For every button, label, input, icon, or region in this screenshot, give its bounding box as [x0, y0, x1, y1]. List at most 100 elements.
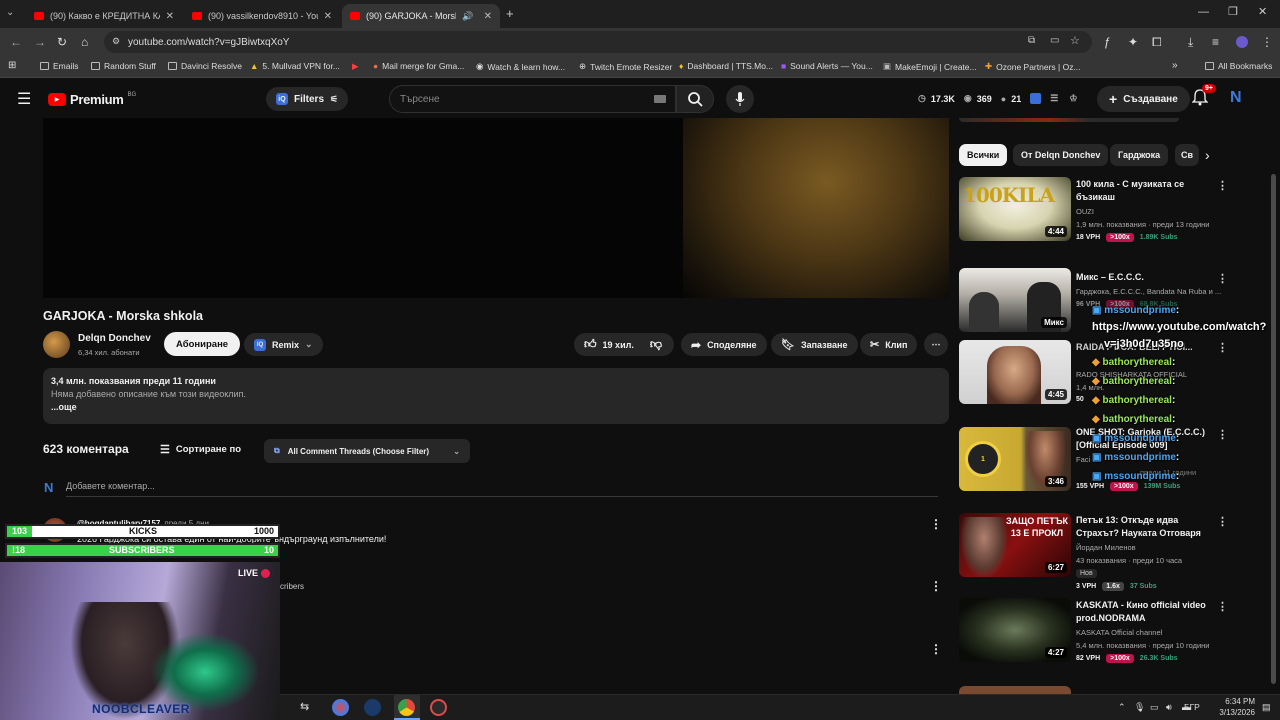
clip-button[interactable]: ✂ Клип: [860, 333, 918, 356]
menu-icon[interactable]: ⋮: [1261, 35, 1273, 49]
bookmark-item[interactable]: ▣ MakeEmoji | Create...: [883, 61, 977, 72]
video-channel[interactable]: KASKATA Official channel: [1076, 628, 1162, 637]
share-button[interactable]: ➦ Споделяне: [681, 333, 767, 356]
channel-avatar[interactable]: [43, 331, 70, 358]
dislike-button[interactable]: 👎︎: [638, 333, 674, 356]
steam-icon[interactable]: [364, 699, 381, 716]
close-icon[interactable]: ✕: [324, 11, 332, 22]
sort-button[interactable]: ☰ Сортиране по: [160, 443, 241, 456]
bookmark-item[interactable]: ♦ Dashboard | TTS.Mo...: [679, 61, 773, 71]
video-channel[interactable]: Faci: [1076, 455, 1090, 464]
filters-button[interactable]: iQ Filters ⚟: [266, 87, 349, 111]
bookmark-item[interactable]: Emails: [40, 61, 79, 71]
microphone-tray-icon[interactable]: 🎙︎: [1134, 702, 1145, 713]
home-icon[interactable]: ⌂: [81, 35, 88, 49]
voice-search-button[interactable]: [726, 85, 754, 113]
video-channel[interactable]: OUZI: [1076, 207, 1094, 216]
youtube-logo[interactable]: ▶ Premium BG: [48, 92, 136, 107]
close-window-button[interactable]: ✕: [1258, 5, 1267, 18]
extension-icon[interactable]: [1030, 93, 1042, 104]
close-icon[interactable]: ✕: [484, 11, 492, 22]
video-title[interactable]: 100 кила - С музиката се бъзикаш: [1076, 178, 1221, 204]
volume-icon[interactable]: 🔊︎: [1166, 702, 1172, 713]
trophy-icon[interactable]: ♔: [1069, 93, 1077, 104]
notifications-button[interactable]: 9+: [1191, 84, 1216, 111]
video-channel[interactable]: Гарджока, Е.С.С.С., Bandata Na Ruba и ..…: [1076, 287, 1221, 296]
bookmark-item[interactable]: ● Mail merge for Gma...: [373, 61, 464, 71]
save-button[interactable]: 🔖︎ Запазване: [771, 333, 858, 356]
hamburger-menu-icon[interactable]: ☰: [17, 89, 31, 109]
tab-search-icon[interactable]: ⌄: [6, 7, 14, 18]
bookmark-item[interactable]: ■ Sound Alerts — You...: [781, 61, 873, 71]
back-icon[interactable]: ←: [10, 35, 22, 49]
translate-icon[interactable]: ⧉: [1028, 35, 1035, 46]
bookmark-item[interactable]: Random Stuff: [91, 61, 156, 71]
browser-tab[interactable]: (90) Какво е КРЕДИТНА КАРТА? ✕: [26, 4, 182, 28]
video-thumbnail[interactable]: 100KILA 4:44: [959, 177, 1071, 241]
video-thumbnail[interactable]: Микс: [959, 268, 1071, 332]
browser-tab[interactable]: (90) vassilkendov8910 - YouTube ✕: [184, 4, 340, 28]
app-icon[interactable]: ⇆: [300, 700, 309, 713]
comment-menu-icon[interactable]: ⋮: [930, 579, 942, 593]
page-scrollbar[interactable]: [1271, 174, 1276, 684]
site-info-icon[interactable]: ⚙: [112, 36, 120, 47]
channel-name[interactable]: Delqn Donchev: [78, 333, 151, 344]
video-title[interactable]: Петък 13: Откъде идва Страхът? Науката О…: [1076, 514, 1221, 540]
minimize-button[interactable]: —: [1198, 6, 1209, 18]
video-thumbnail[interactable]: 1 3:46: [959, 427, 1071, 491]
video-menu-icon[interactable]: ⋮: [1217, 179, 1228, 192]
bookmark-item[interactable]: ⊕ Twitch Emote Resizer: [579, 61, 672, 72]
language-indicator[interactable]: БГР: [1184, 702, 1200, 712]
video-player[interactable]: [43, 118, 949, 298]
create-button[interactable]: + Създаване: [1097, 86, 1190, 112]
bookmark-item[interactable]: ✚ Ozone Partners | Oz...: [985, 61, 1081, 72]
show-more-link[interactable]: ...още: [51, 402, 941, 412]
download-icon[interactable]: ⤓: [1188, 35, 1193, 50]
video-thumbnail[interactable]: 4:27: [959, 598, 1071, 662]
search-button[interactable]: [676, 85, 714, 113]
obs-icon[interactable]: [430, 699, 447, 716]
chip-more[interactable]: Св: [1175, 144, 1199, 166]
add-comment-input[interactable]: Добавете коментар...: [66, 481, 155, 491]
menu-lines-icon[interactable]: ☰: [1050, 93, 1058, 104]
profile-avatar[interactable]: [1236, 36, 1248, 48]
video-menu-icon[interactable]: ⋮: [1217, 515, 1228, 528]
like-button[interactable]: 👍︎ 19 хил.: [574, 333, 647, 356]
tab-search-icon[interactable]: ≡: [1212, 35, 1219, 49]
comment-menu-icon[interactable]: ⋮: [930, 517, 942, 531]
chevron-up-icon[interactable]: ⌃: [1118, 702, 1126, 713]
clock-date[interactable]: 3/13/2026: [1205, 708, 1255, 717]
search-input[interactable]: Търсене: [389, 85, 676, 113]
video-thumbnail[interactable]: ЗАЩО ПЕТЪК 13 Е ПРОКЛ 6:27: [959, 513, 1071, 577]
video-title[interactable]: KASKATA - Кино official video prod.NODRA…: [1076, 599, 1221, 625]
all-bookmarks[interactable]: All Bookmarks: [1205, 61, 1272, 71]
chip-garjoka[interactable]: Гарджока: [1110, 144, 1169, 166]
app-icon[interactable]: [332, 699, 349, 716]
keyboard-icon[interactable]: [654, 95, 666, 103]
subscribe-button[interactable]: Абониране: [164, 332, 241, 356]
video-channel[interactable]: Йордан Миленов: [1076, 543, 1136, 552]
comment-menu-icon[interactable]: ⋮: [930, 642, 942, 656]
notification-center-icon[interactable]: ▤: [1262, 702, 1271, 713]
description-box[interactable]: 3,4 млн. показвания преди 11 години Няма…: [43, 368, 949, 424]
apps-icon[interactable]: ⊞: [8, 60, 16, 71]
browser-tab-active[interactable]: (90) GARJOKA - Morska shkola 🔊 ✕: [342, 4, 500, 28]
video-thumbnail[interactable]: 4:45: [959, 340, 1071, 404]
restore-button[interactable]: ❐: [1228, 5, 1238, 18]
forward-icon[interactable]: →: [34, 35, 46, 49]
more-actions-button[interactable]: ⋯: [924, 333, 948, 356]
network-icon[interactable]: ▭: [1150, 702, 1159, 713]
bookmark-item[interactable]: ◉ Watch & learn how...: [476, 61, 565, 72]
reload-icon[interactable]: ↻: [57, 35, 67, 49]
extension-icon[interactable]: ƒ: [1104, 35, 1111, 49]
cast-icon[interactable]: ▭: [1050, 35, 1059, 46]
bookmark-item[interactable]: ▶: [352, 61, 359, 72]
video-menu-icon[interactable]: ⋮: [1217, 428, 1228, 441]
bookmark-item[interactable]: ▲ 5. Mullvad VPN for...: [250, 61, 340, 71]
clock-time[interactable]: 6:34 PM: [1205, 697, 1255, 706]
chrome-icon[interactable]: [398, 699, 415, 716]
more-bookmarks-icon[interactable]: »: [1172, 60, 1178, 71]
bookmark-item[interactable]: Davinci Resolve: [168, 61, 242, 71]
account-avatar[interactable]: N: [1230, 89, 1250, 109]
chip-all[interactable]: Всички: [959, 144, 1008, 166]
